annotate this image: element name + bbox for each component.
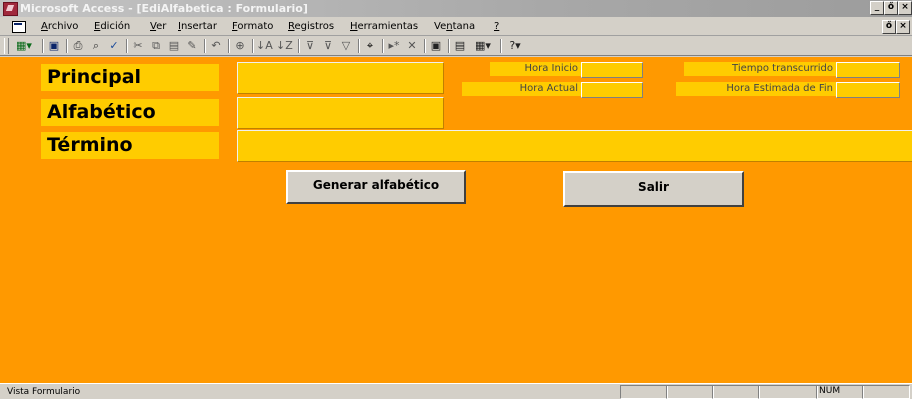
restore-document-button[interactable]: ő [882, 20, 896, 34]
generar-alfabetico-button[interactable]: Generar alfabético [286, 170, 466, 204]
field-termino[interactable] [237, 130, 912, 162]
find-icon[interactable]: ⌖ [362, 38, 378, 54]
field-hora-actual[interactable] [581, 82, 643, 98]
save-icon[interactable]: ▣ [46, 38, 62, 54]
close-document-button[interactable]: × [896, 20, 910, 34]
new-record-icon[interactable]: ▸* [386, 38, 402, 54]
field-hora-inicio[interactable] [581, 62, 643, 78]
window-title: Microsoft Access - [EdiAlfabetica : Form… [20, 2, 308, 15]
label-hora-actual: Hora Actual [462, 82, 581, 96]
hyperlink-icon[interactable]: ⊕ [232, 38, 248, 54]
label-termino: Término [41, 132, 219, 159]
filter-by-form-icon[interactable]: ⊽ [320, 38, 336, 54]
close-button[interactable]: × [898, 1, 912, 15]
status-text: Vista Formulario [7, 387, 81, 397]
field-tiempo-transcurrido[interactable] [836, 62, 900, 78]
label-principal: Principal [41, 64, 219, 91]
spelling-icon[interactable]: ✓ [106, 38, 122, 54]
label-alfabetico: Alfabético [41, 99, 219, 126]
field-principal[interactable] [237, 62, 444, 94]
label-hora-estimada-fin: Hora Estimada de Fin [676, 82, 836, 96]
menu-edicion[interactable]: Edición [94, 17, 130, 36]
label-tiempo-transcurrido: Tiempo transcurrido [684, 62, 836, 76]
menu-ayuda[interactable]: ? [494, 17, 499, 36]
menu-insertar[interactable]: Insertar [178, 17, 217, 36]
form-area: Principal Alfabético Término Hora Inicio… [0, 57, 912, 383]
field-alfabetico[interactable] [237, 97, 444, 129]
menu-bar: Archivo Edición Ver Insertar Formato Reg… [0, 17, 912, 36]
document-window-icon[interactable] [12, 21, 26, 33]
status-cell [620, 385, 668, 399]
menu-herramientas[interactable]: Herramientas [350, 17, 418, 36]
cut-icon[interactable]: ✂ [130, 38, 146, 54]
title-bar: Microsoft Access - [EdiAlfabetica : Form… [0, 0, 912, 17]
view-icon[interactable]: ▦▾ [10, 38, 38, 54]
status-cell [862, 385, 910, 399]
status-cell [666, 385, 714, 399]
menu-formato[interactable]: Formato [232, 17, 273, 36]
new-object-icon[interactable]: ▦▾ [470, 38, 496, 54]
salir-button[interactable]: Salir [563, 171, 744, 207]
print-preview-icon[interactable]: ⌕ [88, 38, 104, 54]
maximize-button[interactable]: ő [884, 1, 898, 15]
status-cell [758, 385, 818, 399]
menu-registros[interactable]: Registros [288, 17, 334, 36]
status-cell [712, 385, 760, 399]
num-lock-indicator: NUM [816, 385, 864, 399]
format-painter-icon[interactable]: ✎ [184, 38, 200, 54]
properties-icon[interactable]: ▣ [428, 38, 444, 54]
menu-ventana[interactable]: Ventana [434, 17, 475, 36]
apply-filter-icon[interactable]: ▽ [338, 38, 354, 54]
menu-ver[interactable]: Ver [150, 17, 166, 36]
toolbar-grip[interactable] [4, 38, 9, 54]
database-window-icon[interactable]: ▤ [452, 38, 468, 54]
help-icon[interactable]: ?▾ [504, 38, 526, 54]
sort-ascending-icon[interactable]: ↓A [256, 38, 273, 54]
status-bar: Vista Formulario NUM [0, 383, 912, 399]
sort-descending-icon[interactable]: ↓Z [276, 38, 293, 54]
print-icon[interactable]: ⎙ [70, 38, 86, 54]
filter-by-selection-icon[interactable]: ⊽ [302, 38, 318, 54]
copy-icon[interactable]: ⧉ [148, 38, 164, 54]
access-app-icon[interactable] [3, 2, 18, 16]
label-hora-inicio: Hora Inicio [490, 62, 581, 76]
delete-record-icon[interactable]: ✕ [404, 38, 420, 54]
minimize-button[interactable]: _ [870, 1, 884, 15]
menu-archivo[interactable]: Archivo [41, 17, 78, 36]
paste-icon[interactable]: ▤ [166, 38, 182, 54]
undo-icon[interactable]: ↶ [208, 38, 224, 54]
field-hora-estimada-fin[interactable] [836, 82, 900, 98]
toolbar: ▦▾ ▣ ⎙ ⌕ ✓ ✂ ⧉ ▤ ✎ ↶ ⊕ ↓A ↓Z ⊽ ⊽ ▽ ⌖ ▸* … [0, 36, 912, 56]
